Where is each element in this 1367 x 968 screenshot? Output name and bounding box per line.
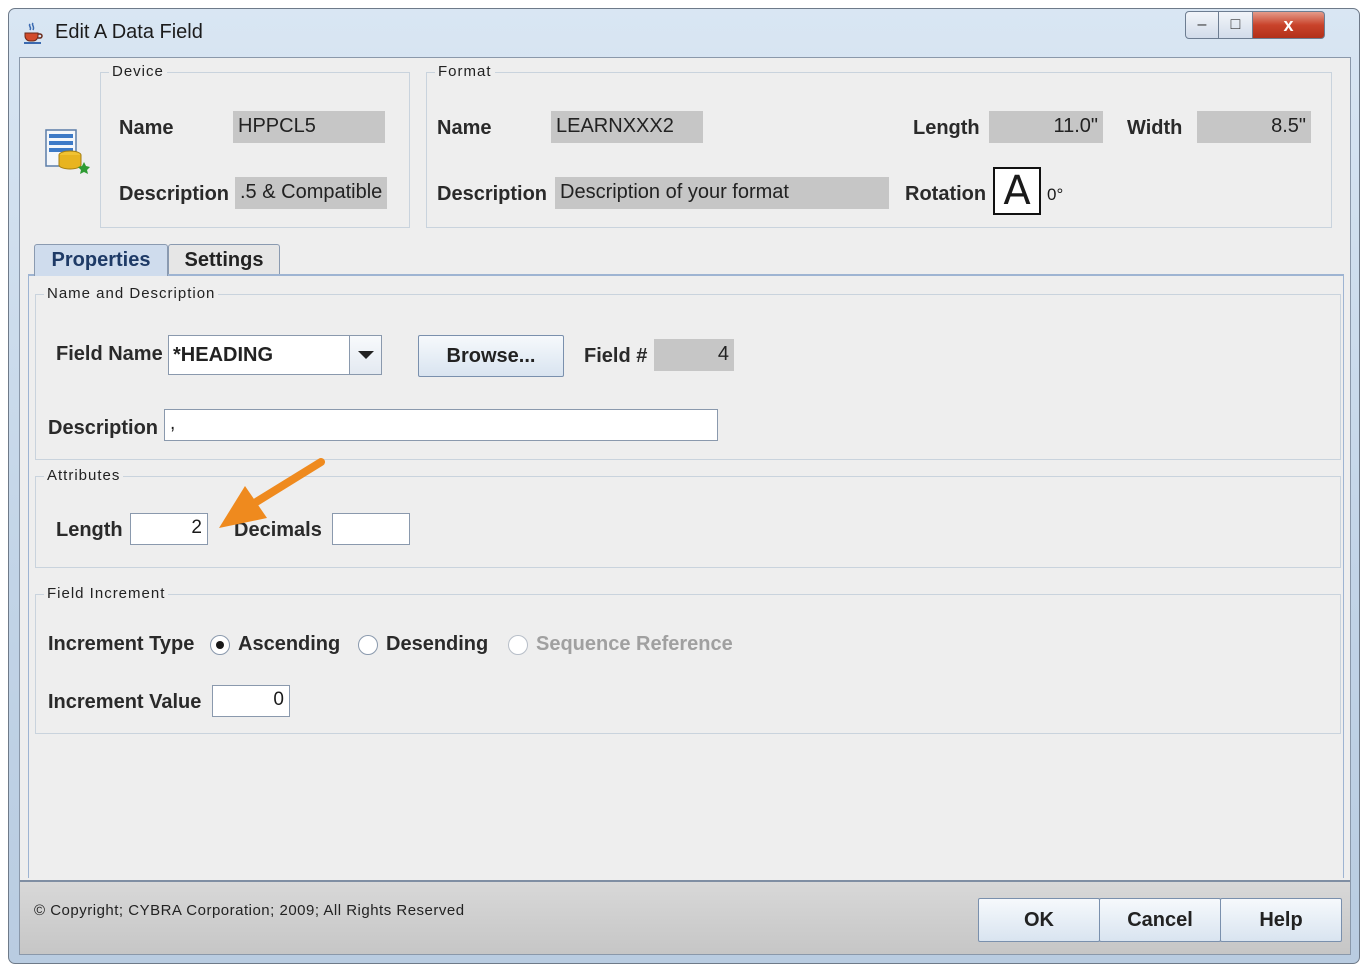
- rotation-label: Rotation: [905, 183, 987, 205]
- field-increment-legend: Field Increment: [44, 585, 169, 602]
- sequence-reference-radio-label: Sequence Reference: [536, 633, 733, 655]
- ascending-radio[interactable]: [210, 635, 230, 655]
- browse-button[interactable]: Browse...: [418, 335, 564, 377]
- length-label: Length: [56, 519, 123, 541]
- minimize-button[interactable]: –: [1185, 11, 1219, 39]
- format-length-field: 11.0": [989, 111, 1103, 143]
- increment-type-label: Increment Type: [48, 633, 195, 655]
- tab-settings[interactable]: Settings: [168, 244, 280, 275]
- format-name-field: LEARNXXX2: [551, 111, 703, 143]
- description-label: Description: [48, 417, 159, 439]
- device-name-label: Name: [119, 117, 174, 139]
- minimize-icon: –: [1197, 16, 1207, 33]
- device-legend: Device: [109, 63, 167, 80]
- field-number-label: Field #: [584, 345, 648, 367]
- footer-bar: © Copyright; CYBRA Corporation; 2009; Al…: [20, 880, 1350, 954]
- maximize-button[interactable]: □: [1219, 11, 1253, 39]
- rotation-value: 0°: [1047, 185, 1064, 204]
- format-width-label: Width: [1127, 117, 1183, 139]
- title-bar[interactable]: Edit A Data Field – □ x: [9, 9, 1359, 57]
- description-input[interactable]: ,: [164, 409, 718, 441]
- java-cup-icon: [21, 21, 45, 45]
- dialog-window: Edit A Data Field – □ x Device Name HPPC…: [8, 8, 1360, 964]
- ok-button[interactable]: OK: [978, 898, 1100, 942]
- rotation-indicator: A: [993, 167, 1041, 215]
- length-input[interactable]: 2: [130, 513, 208, 545]
- annotation-arrow-icon: [219, 458, 325, 528]
- device-group: Device Name HPPCL5 Description .5 & Comp…: [100, 63, 410, 228]
- ascending-radio-label[interactable]: Ascending: [238, 633, 340, 656]
- device-name-field: HPPCL5: [233, 111, 385, 143]
- desending-radio-label[interactable]: Desending: [386, 633, 488, 656]
- sequence-reference-radio: [508, 635, 528, 655]
- maximize-icon: □: [1230, 16, 1241, 33]
- field-name-value: *HEADING: [173, 344, 274, 366]
- decimals-input[interactable]: [332, 513, 410, 545]
- copyright-text: © Copyright; CYBRA Corporation; 2009; Al…: [34, 902, 465, 919]
- window-title: Edit A Data Field: [55, 21, 203, 43]
- close-icon: x: [1283, 14, 1294, 35]
- device-description-label: Description: [119, 183, 230, 205]
- format-description-label: Description: [437, 183, 548, 205]
- tab-properties[interactable]: Properties: [34, 244, 168, 276]
- increment-value-label: Increment Value: [48, 691, 202, 713]
- field-number-field: 4: [654, 339, 734, 371]
- desending-radio[interactable]: [358, 635, 378, 655]
- attributes-legend: Attributes: [44, 467, 124, 484]
- database-field-icon: [40, 124, 92, 180]
- format-description-field: Description of your format: [555, 177, 889, 209]
- name-and-description-group: Name and Description Field Name *HEADING…: [35, 285, 1341, 460]
- field-name-combobox[interactable]: *HEADING: [168, 335, 382, 375]
- name-and-description-legend: Name and Description: [44, 285, 219, 302]
- field-increment-group: Field Increment Increment Type Ascending…: [35, 585, 1341, 734]
- close-button[interactable]: x: [1253, 11, 1325, 39]
- chevron-down-icon: [357, 351, 374, 359]
- cancel-button[interactable]: Cancel: [1099, 898, 1221, 942]
- help-button[interactable]: Help: [1220, 898, 1342, 942]
- field-name-label: Field Name: [56, 343, 163, 365]
- device-description-field: .5 & Compatible: [235, 177, 387, 209]
- format-width-field: 8.5": [1197, 111, 1311, 143]
- increment-value-input[interactable]: 0: [212, 685, 290, 717]
- dialog-content: Device Name HPPCL5 Description .5 & Comp…: [19, 57, 1351, 955]
- format-legend: Format: [435, 63, 495, 80]
- format-name-label: Name: [437, 117, 492, 139]
- format-group: Format Name LEARNXXX2 Length 11.0" Width…: [426, 63, 1332, 228]
- format-length-label: Length: [913, 117, 980, 139]
- properties-tab-panel: Name and Description Field Name *HEADING…: [28, 274, 1344, 878]
- dropdown-button[interactable]: [349, 336, 381, 374]
